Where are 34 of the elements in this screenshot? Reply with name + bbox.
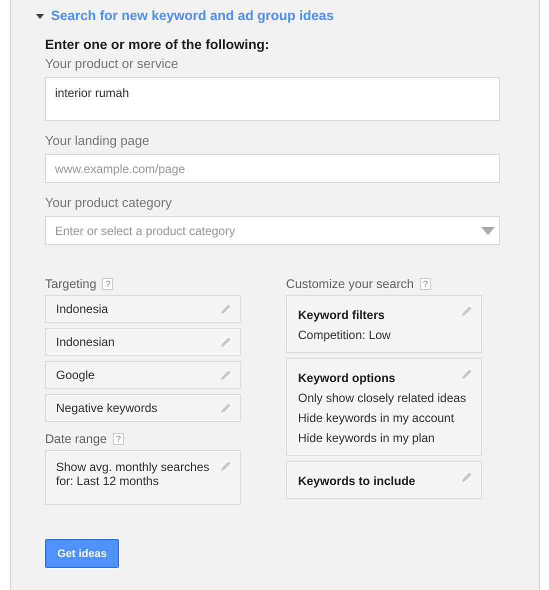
help-icon[interactable]: ? bbox=[420, 278, 431, 290]
pencil-icon[interactable] bbox=[220, 460, 232, 472]
pencil-icon[interactable] bbox=[461, 471, 473, 483]
date-range-label: Date range bbox=[45, 432, 107, 446]
pencil-icon[interactable] bbox=[220, 369, 232, 381]
landing-page-field[interactable]: www.example.com/page bbox=[45, 154, 500, 183]
field-label: Your landing page bbox=[45, 133, 150, 150]
date-range-item[interactable]: Show avg. monthly searches for: Last 12 months bbox=[45, 450, 241, 505]
help-icon[interactable]: ? bbox=[112, 433, 124, 445]
card-line: Competition: Low bbox=[298, 328, 392, 342]
field-label: Your product or service bbox=[45, 56, 180, 73]
card-title: Keywords to include bbox=[298, 474, 416, 488]
pencil-icon[interactable] bbox=[220, 402, 232, 414]
pencil-icon[interactable] bbox=[220, 336, 232, 348]
card-title: Keyword filters bbox=[298, 308, 385, 322]
targeting-item[interactable]: Negative keywords bbox=[45, 394, 241, 422]
pencil-icon[interactable] bbox=[220, 303, 232, 315]
instruction-text: Enter one or more of the following: bbox=[45, 37, 270, 52]
card-title: Keyword options bbox=[298, 371, 396, 385]
card-line: Hide keywords in my plan bbox=[298, 431, 436, 445]
card-line: Hide keywords in my account bbox=[298, 411, 456, 425]
pencil-icon[interactable] bbox=[461, 305, 473, 317]
pencil-icon[interactable] bbox=[461, 368, 473, 380]
customize-label: Customize your search bbox=[286, 277, 414, 291]
targeting-label: Targeting bbox=[45, 277, 96, 291]
product-field[interactable]: interior rumah bbox=[45, 77, 500, 121]
field-label: Your product category bbox=[45, 195, 173, 212]
targeting-item[interactable]: Indonesian bbox=[45, 328, 241, 356]
targeting-item[interactable]: Google bbox=[45, 361, 241, 389]
card-line: Only show closely related ideas bbox=[298, 391, 468, 405]
dropdown-arrow-icon[interactable] bbox=[481, 226, 495, 234]
help-icon[interactable]: ? bbox=[102, 278, 114, 290]
targeting-item[interactable]: Indonesia bbox=[45, 295, 241, 323]
collapse-caret-icon[interactable] bbox=[35, 12, 45, 20]
